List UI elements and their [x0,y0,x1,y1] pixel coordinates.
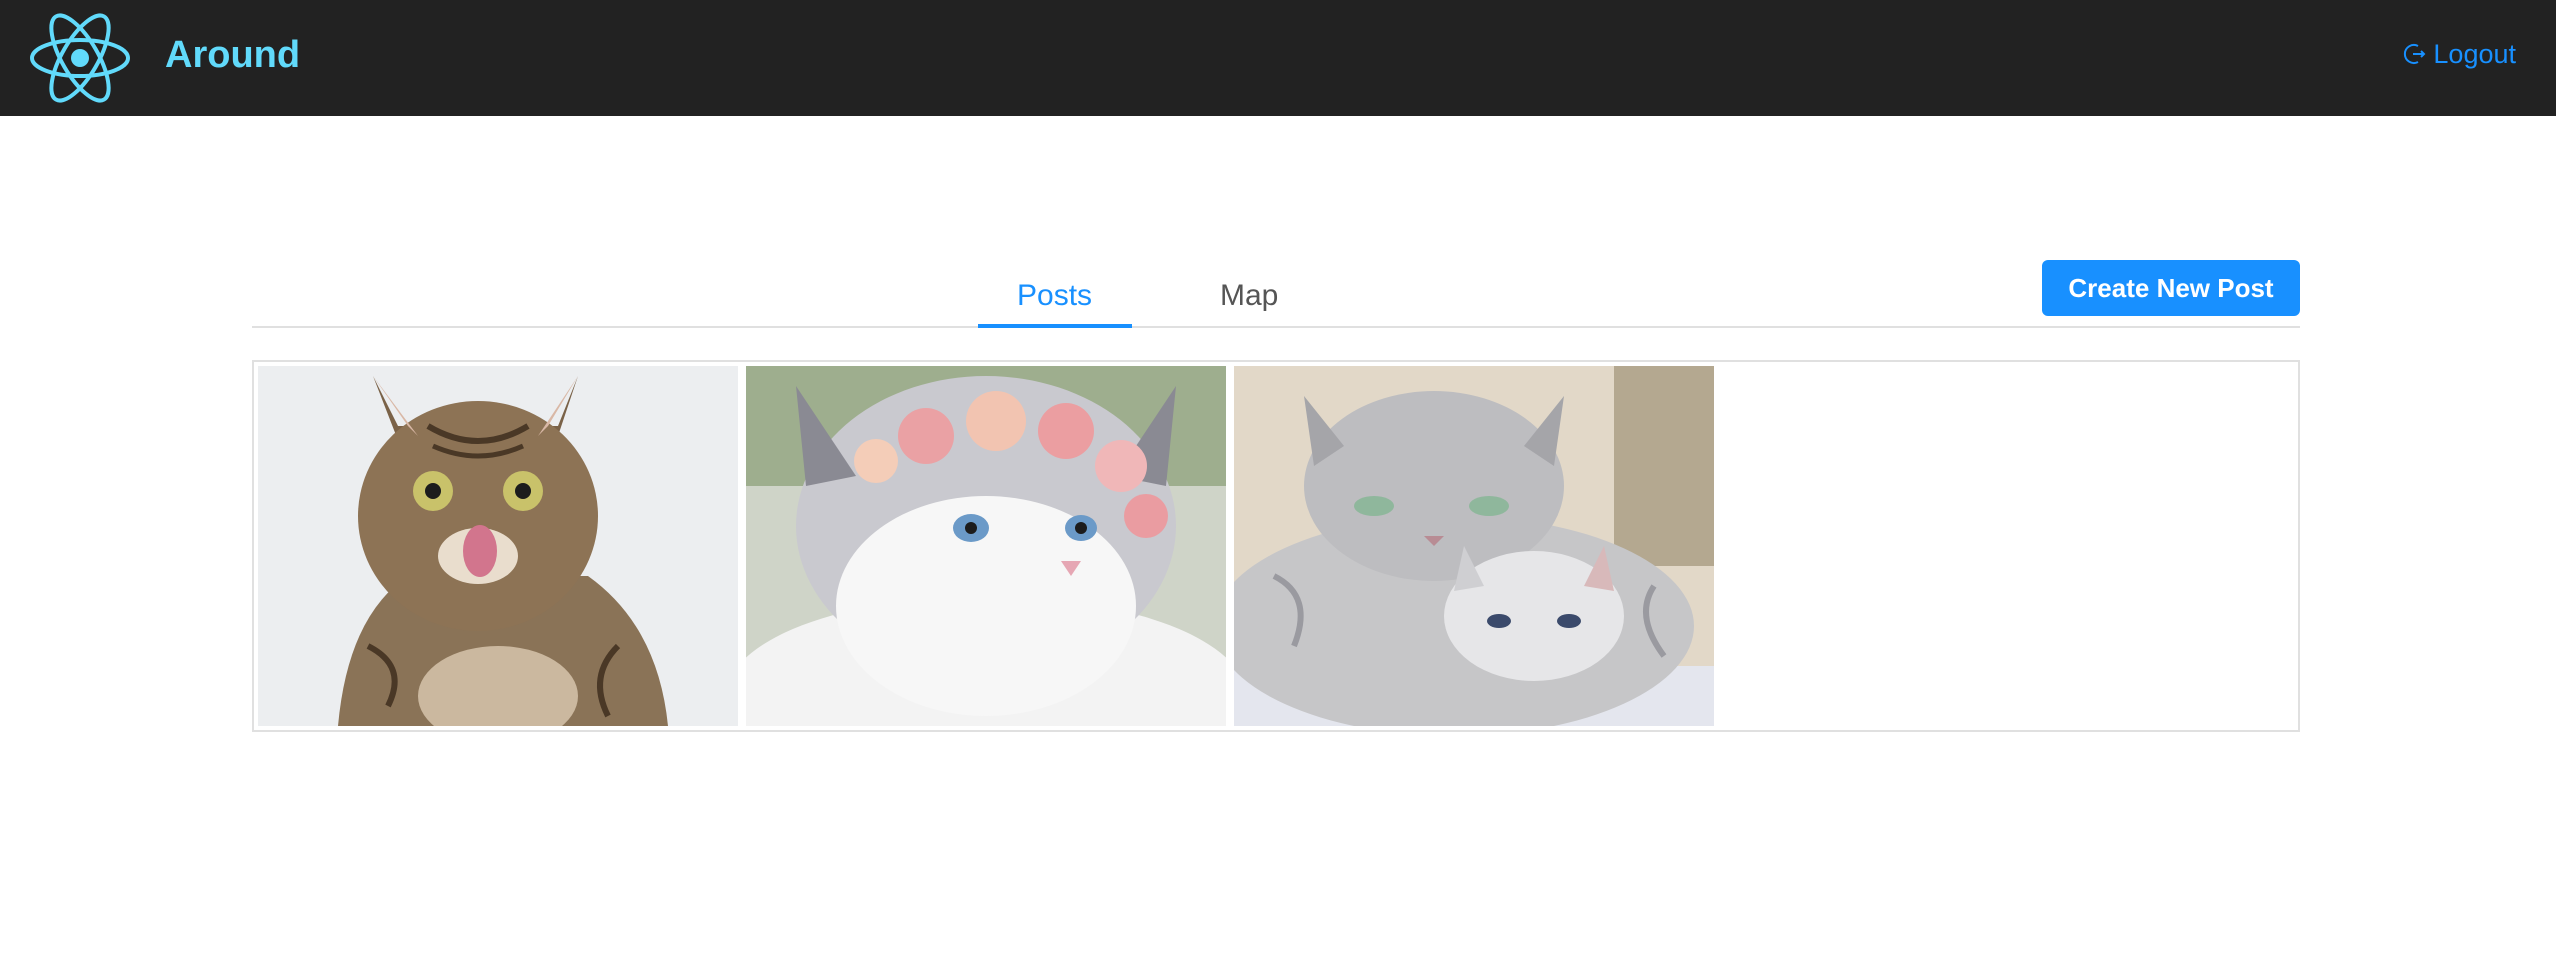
logout-label: Logout [2433,39,2516,69]
app-title: Around [165,34,301,76]
tabs-bar: Posts Map Create New Post [252,232,2300,328]
gallery-photo-cat-and-kitten[interactable] [1234,366,1714,726]
tab-posts[interactable]: Posts [1017,274,1092,318]
gallery-photo-tabby-cat[interactable] [258,366,738,726]
flower-crown-cat-image [746,366,1226,726]
logout-icon [2404,44,2426,64]
app-header: Around Logout [0,0,2556,116]
tabby-cat-image [258,366,738,726]
active-tab-indicator [978,324,1132,328]
photo-gallery [252,360,2300,732]
create-new-post-button[interactable]: Create New Post [2042,260,2300,316]
gallery-photo-flower-crown-cat[interactable] [746,366,1226,726]
tab-map[interactable]: Map [1220,274,1278,318]
cat-and-kitten-image [1234,366,1714,726]
react-atom-icon[interactable] [28,8,132,108]
logout-link[interactable]: Logout [2403,34,2516,74]
